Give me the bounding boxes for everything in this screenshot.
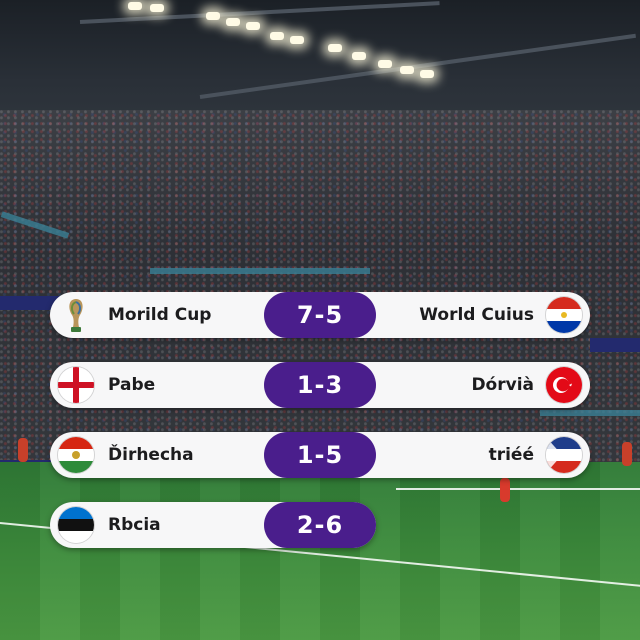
- flag-red-white-green-icon: [58, 437, 94, 473]
- home-team-name: Rbcia: [108, 515, 161, 535]
- floodlight: [128, 2, 142, 10]
- stand-rail: [150, 268, 370, 274]
- floodlight: [352, 52, 366, 60]
- floodlight: [206, 12, 220, 20]
- match-score: 7-5: [264, 292, 376, 338]
- floodlight: [150, 4, 164, 12]
- player: [500, 478, 510, 502]
- away-team-name: World Cuius: [419, 305, 534, 325]
- floodlight: [328, 44, 342, 52]
- match-row[interactable]: Rbcia 2-6: [50, 502, 376, 548]
- pitch-line: [396, 488, 640, 490]
- floodlight: [420, 70, 434, 78]
- floodlight: [400, 66, 414, 74]
- trophy-icon: [58, 295, 94, 335]
- floodlight: [246, 22, 260, 30]
- ad-board: [590, 338, 640, 352]
- flag-blue-white-red-icon: [546, 437, 582, 473]
- match-row[interactable]: Ďirhecha 1-5 triéé: [50, 432, 590, 478]
- floodlight: [226, 18, 240, 26]
- floodlight: [378, 60, 392, 68]
- match-row[interactable]: Morild Cup 7-5 World Cuius: [50, 292, 590, 338]
- match-row[interactable]: Pabe 1-3 Dórvià: [50, 362, 590, 408]
- home-team-name: Pabe: [108, 375, 156, 395]
- match-score: 1-3: [264, 362, 376, 408]
- stand-rail: [540, 410, 640, 416]
- match-score: 1-5: [264, 432, 376, 478]
- away-team-name: Dórvià: [471, 375, 534, 395]
- flag-red-cross-icon: [58, 367, 94, 403]
- floodlight: [270, 32, 284, 40]
- crowd-stands: [0, 110, 640, 470]
- player: [18, 438, 28, 462]
- flag-red-crescent-icon: [546, 367, 582, 403]
- away-team-name: triéé: [488, 445, 534, 465]
- match-score: 2-6: [264, 502, 376, 548]
- home-team-name: Morild Cup: [108, 305, 212, 325]
- player: [622, 442, 632, 466]
- home-team-name: Ďirhecha: [108, 445, 194, 465]
- flag-blue-black-white-icon: [58, 507, 94, 543]
- flag-red-white-blue-icon: [546, 297, 582, 333]
- floodlight: [290, 36, 304, 44]
